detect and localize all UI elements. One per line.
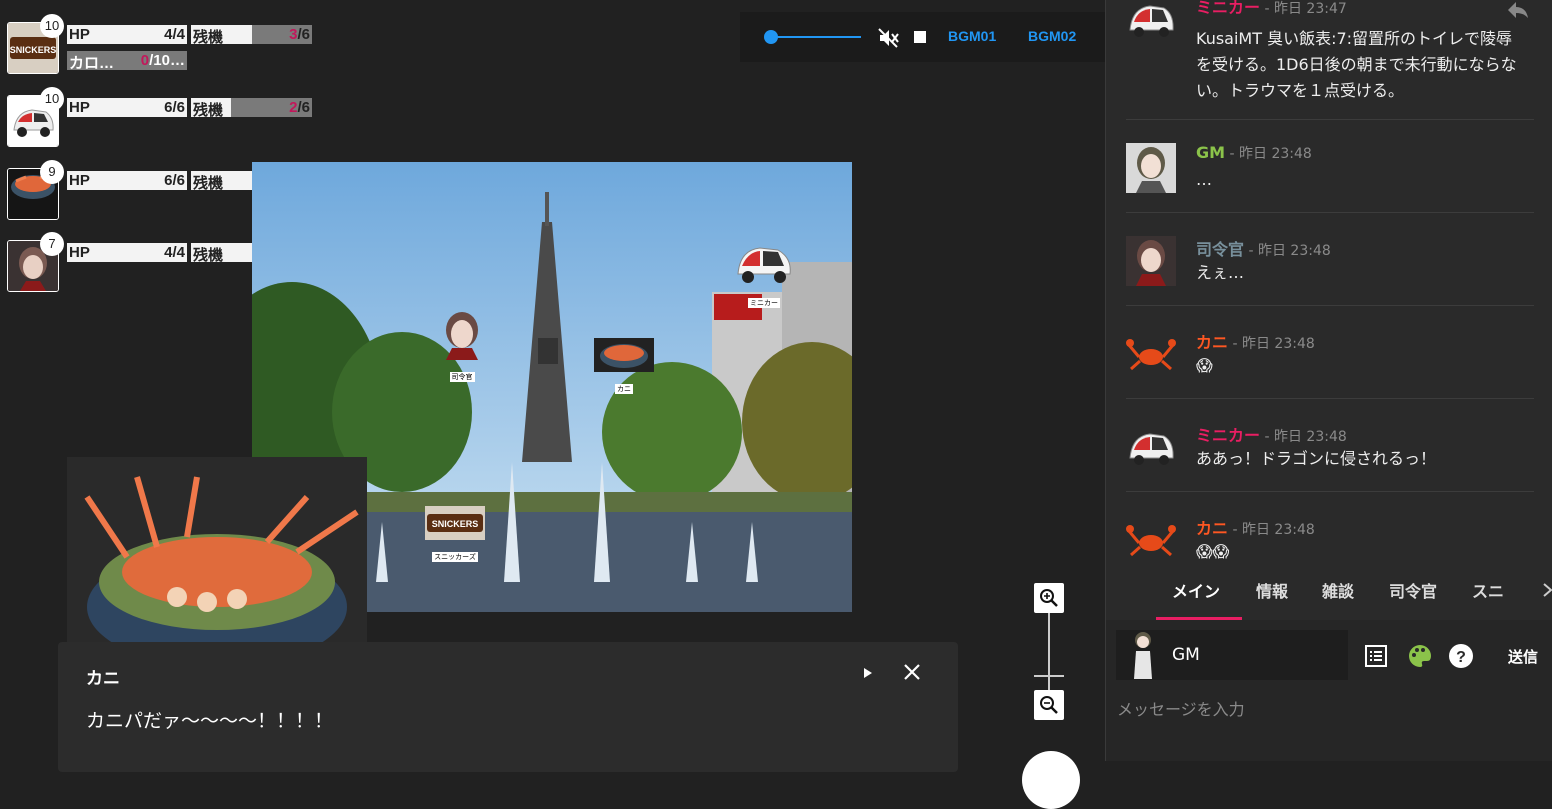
tabs-scroll-right-icon[interactable]	[1542, 582, 1552, 598]
close-icon[interactable]	[902, 662, 922, 682]
piece-label: 司令官	[449, 372, 475, 382]
zoom-out-button[interactable]	[1034, 690, 1064, 720]
svg-text:SNICKERS: SNICKERS	[432, 519, 479, 529]
bgm02-button[interactable]: BGM02	[1028, 28, 1076, 44]
message-avatar	[1126, 0, 1176, 44]
popup-speaker-name: カニ	[86, 669, 120, 689]
message-text: …	[1196, 170, 1212, 189]
sender-selector[interactable]: GM	[1116, 630, 1348, 680]
zoom-in-button[interactable]	[1034, 583, 1064, 613]
message-sender: カニ - 昨日 23:48	[1196, 333, 1315, 352]
message-sender: カニ - 昨日 23:48	[1196, 519, 1315, 538]
message-sender: 司令官 - 昨日 23:48	[1196, 240, 1331, 259]
snickers-token-icon: SNICKERS	[425, 506, 485, 540]
play-arrow-icon[interactable]	[862, 666, 874, 680]
tab-main[interactable]: メイン	[1172, 578, 1220, 602]
initiative-badge: 9	[40, 160, 64, 184]
crab-icon	[1126, 339, 1176, 371]
message-avatar	[1126, 329, 1176, 379]
message-text: KusaiMT 臭い飯表:7:留置所のトイレで陵辱を受ける。1D6日後の朝まで未…	[1196, 29, 1517, 100]
initiative-badge: 10	[40, 14, 64, 38]
message-input[interactable]: メッセージを入力	[1117, 696, 1245, 720]
chat-message: ミニカー - 昨日 23:47 KusaiMT 臭い飯表:7:留置所のトイレで陵…	[1126, 0, 1534, 120]
minicar-icon	[1129, 5, 1174, 37]
message-text: えぇ…	[1196, 263, 1245, 282]
initiative-badge: 7	[40, 232, 64, 256]
piece-snickers[interactable]: SNICKERS スニッカーズ	[422, 506, 488, 563]
gm-standing-icon	[1134, 632, 1152, 679]
piece-shireikan[interactable]: 司令官	[432, 310, 492, 383]
crab-hotpot-image	[67, 457, 367, 642]
stop-icon[interactable]	[914, 31, 926, 43]
chat-tabs: メイン 情報 雑談 司令官 スニ	[1106, 562, 1552, 620]
character-row-snickers[interactable]: SNICKERS 10 HP 4/4 残機 3/6 カロ… 0/10…	[7, 14, 337, 74]
tab-snickers[interactable]: スニ	[1472, 578, 1504, 602]
message-text: 😱	[1196, 356, 1213, 375]
send-button[interactable]: 送信	[1508, 646, 1538, 667]
crab-icon	[1126, 525, 1176, 557]
message-sender: GM - 昨日 23:48	[1196, 143, 1312, 162]
cutin-image	[67, 457, 367, 642]
message-avatar	[1126, 422, 1176, 472]
piece-label: スニッカーズ	[432, 552, 478, 562]
zoom-out-icon	[1040, 696, 1058, 714]
piece-minicar[interactable]: ミニカー	[732, 240, 796, 309]
volume-slider-track[interactable]	[770, 36, 861, 38]
lives-bar: 残機 3/6	[191, 25, 312, 44]
chat-message: 司令官 - 昨日 23:48 えぇ…	[1126, 236, 1534, 306]
gm-portrait-icon	[1126, 143, 1176, 193]
help-icon[interactable]: ?	[1448, 643, 1474, 669]
commander-portrait-icon	[1126, 236, 1176, 286]
zoom-level-marker[interactable]	[1034, 675, 1064, 677]
message-avatar	[1126, 143, 1176, 193]
initiative-badge: 10	[40, 87, 64, 111]
hp-bar: HP 6/6	[67, 171, 187, 190]
tab-info[interactable]: 情報	[1256, 578, 1288, 602]
bgm01-button[interactable]: BGM01	[948, 28, 996, 44]
palette-icon[interactable]	[1407, 643, 1433, 669]
audio-controls: BGM01 BGM02	[740, 12, 1106, 62]
tab-chat[interactable]: 雑談	[1322, 578, 1354, 602]
svg-text:?: ?	[1456, 649, 1466, 666]
character-row-minicar[interactable]: 10 HP 6/6 残機 2/6	[7, 87, 337, 147]
tab-shireikan[interactable]: 司令官	[1389, 578, 1437, 602]
chat-message: GM - 昨日 23:48 …	[1126, 143, 1534, 213]
list-icon[interactable]	[1364, 644, 1388, 668]
piece-label: カニ	[615, 384, 633, 394]
zoom-in-icon	[1040, 589, 1058, 607]
lives-bar: 残機 2/6	[191, 98, 312, 117]
volume-slider-knob[interactable]	[764, 30, 778, 44]
message-avatar	[1126, 515, 1176, 565]
minicar-icon	[1129, 433, 1174, 465]
floating-action-button[interactable]	[1022, 751, 1080, 809]
hp-bar: HP 4/4	[67, 243, 187, 262]
hp-bar: HP 4/4	[67, 25, 187, 44]
popup-message-text: カニパだァ〜〜〜〜！！！！	[86, 710, 334, 732]
svg-text:SNICKERS: SNICKERS	[10, 45, 57, 55]
message-sender: ミニカー - 昨日 23:47	[1196, 0, 1347, 17]
piece-kani[interactable]: カニ	[592, 338, 656, 395]
message-text: ああっ！ドラゴンに侵されるっ！	[1196, 449, 1437, 468]
message-avatar	[1126, 236, 1176, 286]
chat-input-area: GM ? 送信 メッセージを入力	[1106, 620, 1552, 761]
crab-token-icon	[594, 338, 654, 372]
message-sender: ミニカー - 昨日 23:48	[1196, 426, 1347, 445]
sender-name: GM	[1172, 645, 1200, 665]
message-popup: カニ カニパだァ〜〜〜〜！！！！	[58, 642, 958, 772]
minicar-token-icon	[737, 247, 791, 283]
calorie-bar: カロ… 0/10…	[67, 51, 187, 70]
chat-message: カニ - 昨日 23:48 😱	[1126, 329, 1534, 399]
zoom-track	[1048, 613, 1050, 691]
chat-panel: ミニカー - 昨日 23:47 KusaiMT 臭い飯表:7:留置所のトイレで陵…	[1105, 0, 1552, 761]
hp-bar: HP 6/6	[67, 98, 187, 117]
piece-label: ミニカー	[748, 298, 780, 308]
chat-message: ミニカー - 昨日 23:48 ああっ！ドラゴンに侵されるっ！	[1126, 422, 1534, 492]
mute-icon[interactable]	[877, 27, 899, 49]
commander-token-icon	[446, 312, 478, 360]
